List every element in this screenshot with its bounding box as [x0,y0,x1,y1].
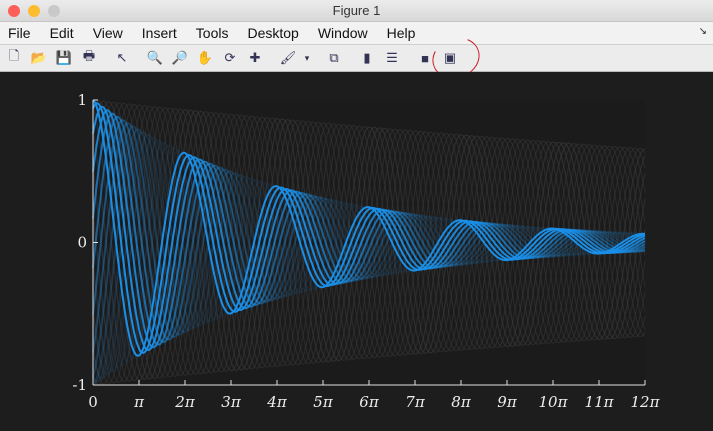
dock-figure-icon[interactable]: ↘ [699,26,707,37]
x-tick-label: 3π [221,393,242,411]
x-tick-label: 2π [174,393,196,411]
menu-bar: File Edit View Insert Tools Desktop Window Help… [0,22,713,44]
open-file-icon[interactable]: 📂 [29,48,49,68]
x-tick-label: 4π [266,393,288,411]
print-icon[interactable]: 🖶 [79,48,99,68]
x-tick-label: π [133,393,145,411]
menu-insert[interactable]: Insert [142,25,177,41]
y-tick-label: -1 [72,376,87,394]
menu-file[interactable]: File [8,25,31,41]
brush-icon[interactable]: 🖌 [278,48,298,68]
x-tick-label: 9π [497,393,518,411]
rotate-3d-icon[interactable]: ⟳ [220,48,240,68]
y-tick-label: 0 [77,234,87,252]
zoom-out-icon[interactable]: 🔎 [170,48,190,68]
x-tick-label: 6π [359,393,380,411]
x-tick-label: 8π [451,393,472,411]
menu-view[interactable]: View [93,25,123,41]
close-button[interactable] [8,5,20,17]
save-icon[interactable]: 💾 [54,48,74,68]
figure-toolbar: 🗋 📂 💾 🖶 ↖ 🔍 🔎 ✋ ⟳ ✚ 🖌 ▾ ⧉ ▮ ☰ ■ ▣ [0,44,713,72]
y-tick-label: 1 [77,91,87,109]
x-tick-label: 11π [585,393,615,411]
menu-desktop[interactable]: Desktop [247,25,298,41]
menu-tools[interactable]: Tools [196,25,229,41]
zoom-in-icon[interactable]: 🔍 [145,48,165,68]
plot-axes[interactable]: 0 π 2π 3π 4π 5π 6π 7π 8π 9π 10π 11π 12π-101 [0,72,713,426]
colorbar-icon[interactable]: ▮ [357,48,377,68]
x-tick-label: 12π [631,393,661,411]
x-tick-label: 0 [88,393,98,411]
x-tick-label: 7π [405,393,426,411]
legend-icon[interactable]: ☰ [382,48,402,68]
menu-help[interactable]: Help [387,25,416,41]
pointer-icon[interactable]: ↖ [112,48,132,68]
x-tick-label: 5π [313,393,334,411]
link-plot-icon[interactable]: ⧉ [324,48,344,68]
title-bar: Figure 1 [0,0,713,22]
brush-dropdown-icon[interactable]: ▾ [303,48,311,68]
x-tick-label: 10π [539,393,569,411]
zoom-button[interactable] [48,5,60,17]
minimize-button[interactable] [28,5,40,17]
figure-canvas: 0 π 2π 3π 4π 5π 6π 7π 8π 9π 10π 11π 12π -1 0 1 [0,72,713,426]
menu-window[interactable]: Window [318,25,368,41]
pan-icon[interactable]: ✋ [195,48,215,68]
window-title: Figure 1 [332,3,381,18]
new-figure-icon[interactable]: 🗋 [4,48,24,68]
data-cursor-icon[interactable]: ✚ [245,48,265,68]
menu-edit[interactable]: Edit [50,25,74,41]
